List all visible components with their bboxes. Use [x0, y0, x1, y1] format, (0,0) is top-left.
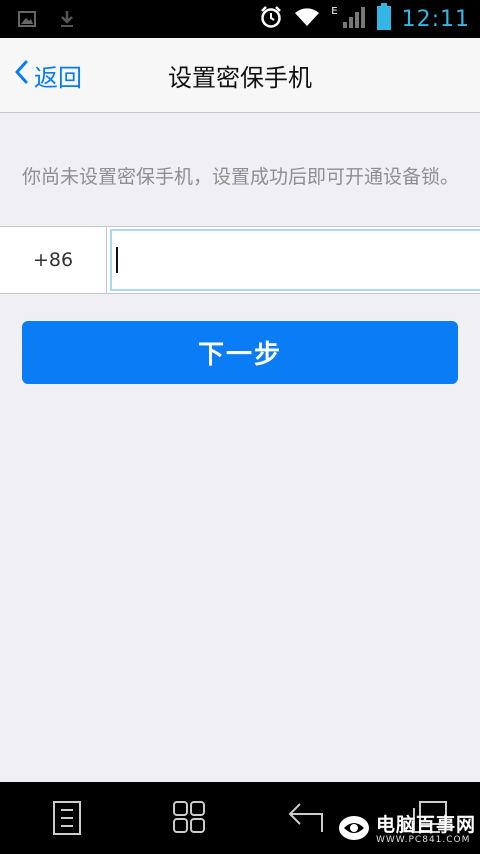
battery-icon [376, 3, 392, 35]
page-title: 设置密保手机 [168, 64, 312, 92]
download-icon [60, 10, 74, 32]
phone-input-row: +86 [0, 226, 480, 294]
watermark-logo-icon [336, 812, 372, 848]
menu-icon[interactable] [52, 800, 82, 840]
status-bar: E 12:11 [0, 0, 480, 38]
back-icon[interactable] [288, 800, 324, 838]
alarm-icon [259, 5, 283, 33]
watermark-text: 电脑百事网 [375, 813, 476, 836]
phone-number-input[interactable] [110, 229, 480, 291]
text-cursor [116, 247, 118, 273]
country-code-selector[interactable]: +86 [0, 227, 107, 293]
network-type: E [331, 5, 338, 17]
watermark: 电脑百事网 WWW.PC841.COM [336, 812, 476, 848]
signal-icon [342, 5, 366, 33]
hint-text: 你尚未设置密保手机，设置成功后即可开通设备锁。 [22, 166, 460, 188]
wifi-icon [293, 6, 321, 32]
recent-apps-icon[interactable] [172, 800, 206, 838]
image-icon [18, 11, 36, 31]
watermark-url: WWW.PC841.COM [375, 834, 471, 845]
next-step-button[interactable]: 下一步 [22, 321, 458, 384]
system-nav-bar: 电脑百事网 WWW.PC841.COM [0, 782, 480, 854]
clock: 12:11 [401, 6, 470, 32]
navigation-bar: 返回 设置密保手机 [0, 38, 480, 113]
